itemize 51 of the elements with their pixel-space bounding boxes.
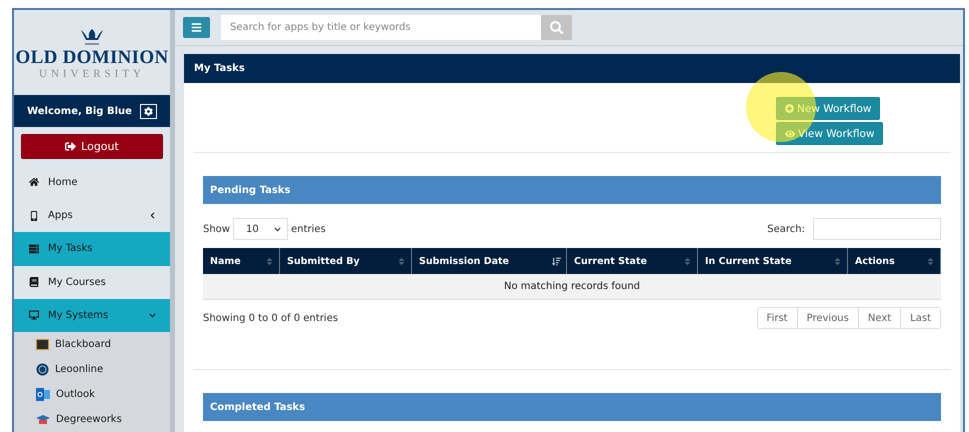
column-header[interactable]: Current State <box>567 248 698 274</box>
settings-button[interactable] <box>140 104 157 119</box>
submenu-item[interactable]: Leoonline <box>14 357 170 382</box>
search-icon <box>550 20 564 34</box>
pagination-button[interactable]: First <box>758 308 798 328</box>
nav-item[interactable]: My Courses <box>14 266 170 299</box>
submenu-item[interactable]: Outlook <box>14 382 170 407</box>
graduation-cap-icon <box>36 414 50 426</box>
brand-subtitle: UNIVERSITY <box>39 68 145 80</box>
column-header[interactable]: Actions <box>848 248 941 274</box>
column-header[interactable]: In Current State <box>698 248 848 274</box>
book-icon <box>29 277 39 288</box>
search-field[interactable]: Search for apps by title or keywords <box>221 15 541 40</box>
nav-item[interactable]: My Tasks <box>14 232 170 266</box>
chevron-left-icon <box>149 212 156 220</box>
mail-logo-icon <box>36 388 50 401</box>
eye-icon <box>785 128 795 138</box>
home-icon <box>29 177 39 188</box>
welcome-text: Welcome, Big Blue <box>27 106 132 117</box>
menu-button[interactable] <box>183 17 210 38</box>
nav-item[interactable]: My Systems <box>14 298 170 332</box>
menu-icon <box>191 22 202 33</box>
square-logo-icon <box>36 339 49 350</box>
show-label: Show <box>203 224 230 234</box>
monitor-icon <box>29 310 39 320</box>
section-header: Pending Tasks <box>203 176 941 204</box>
brand-name: OLD DOMINION <box>16 48 168 68</box>
empty-message: No matching records found <box>203 274 941 300</box>
nav-item[interactable]: Home <box>14 166 170 200</box>
section-header: Completed Tasks <box>203 393 941 421</box>
entries-label: entries <box>290 224 326 234</box>
panel-title: My Tasks <box>184 54 960 83</box>
tasks-icon <box>29 244 39 254</box>
column-header[interactable]: Name <box>203 248 280 274</box>
search-label: Search: <box>767 224 805 234</box>
chevron-down-icon <box>274 226 281 232</box>
entries-info: Showing 0 to 0 of 0 entries <box>203 312 338 324</box>
logout-button[interactable]: Logout <box>21 134 163 159</box>
plus-icon <box>785 104 794 113</box>
chevron-down-icon <box>149 312 156 319</box>
phone-icon <box>29 210 39 221</box>
column-header[interactable]: Submitted By <box>280 248 412 274</box>
sign-out-icon <box>65 141 76 152</box>
nav-item[interactable]: Apps <box>14 199 170 232</box>
page-size-select[interactable]: 10 <box>232 218 288 240</box>
circle-logo-icon <box>36 363 49 376</box>
submenu-item[interactable]: Blackboard <box>14 332 170 357</box>
submenu-item[interactable]: Degreeworks <box>14 407 170 432</box>
column-header[interactable]: Submission Date <box>412 248 567 274</box>
settings-icon <box>144 106 153 116</box>
table-search-field[interactable] <box>813 218 941 240</box>
